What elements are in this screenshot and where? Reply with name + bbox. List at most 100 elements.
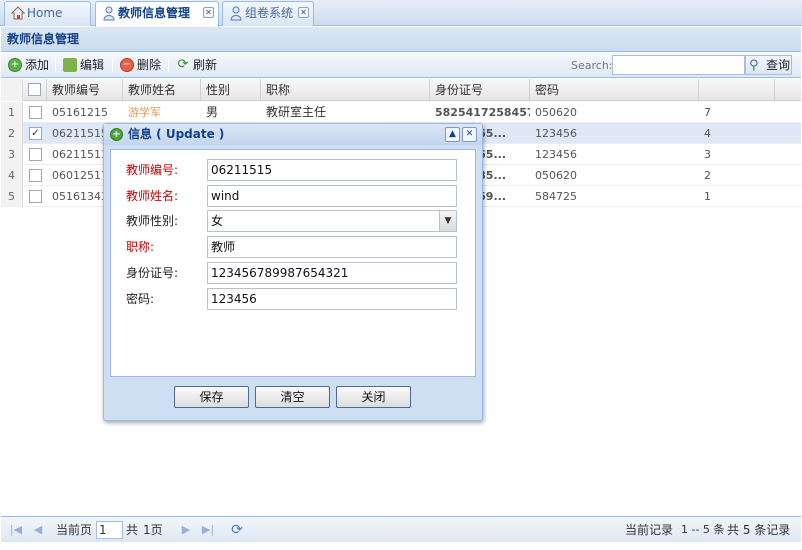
row-checkbox[interactable] xyxy=(29,190,42,203)
search-button[interactable]: ⚲ 查询 xyxy=(745,55,792,75)
row-number: 1 xyxy=(1,102,23,123)
column-header[interactable]: 教师编号 xyxy=(47,79,123,101)
prev-page-icon[interactable]: ◀ xyxy=(31,522,45,536)
table-row[interactable]: 1 05161215 游学军 男 教研室主任 58254172584575...… xyxy=(1,102,801,123)
select-all-header xyxy=(23,79,47,101)
close-button[interactable]: 关闭 xyxy=(336,386,411,408)
clear-button[interactable]: 清空 xyxy=(255,386,330,408)
dialog-title: 信息 ( Update ) xyxy=(128,127,225,141)
chevron-down-icon[interactable]: ▼ xyxy=(439,211,456,231)
search-icon: ⚲ xyxy=(749,58,759,73)
cell-name: 游学军 xyxy=(128,106,161,119)
user-icon xyxy=(228,5,244,21)
grid-header: 教师编号 教师姓名 性别 职称 身份证号 密码 xyxy=(1,79,801,101)
cell-password: 123456 xyxy=(535,127,577,140)
toolbar: + 添加 编辑 − 删除 ⟳ 刷新 Search: ⚲ 查询 xyxy=(1,53,801,78)
tab-bar: Home Page 教师信息管理 ✕ 组卷系统 ✕ xyxy=(0,0,802,42)
column-header[interactable]: 身份证号 xyxy=(430,79,530,101)
panel-title: 教师信息管理 xyxy=(1,27,801,52)
cell-extra: 7 xyxy=(704,106,711,119)
refresh-icon: ⟳ xyxy=(177,57,189,72)
row-number: 5 xyxy=(1,186,23,207)
row-number-header xyxy=(1,79,23,101)
first-page-icon[interactable]: |◀ xyxy=(9,522,23,536)
idcard-field[interactable]: 123456789987654321 xyxy=(207,262,457,284)
row-number: 2 xyxy=(1,123,23,144)
add-icon: + xyxy=(8,58,22,72)
teacher-name-field[interactable]: wind xyxy=(207,185,457,207)
gender-value: 女 xyxy=(211,214,224,228)
dialog-form: 教师编号: 06211515 教师姓名: wind 教师性别: 女 ▼ 职称: … xyxy=(110,149,476,377)
add-label: 添加 xyxy=(25,58,50,72)
edit-label: 编辑 xyxy=(80,58,105,72)
cell-password: 050620 xyxy=(535,169,577,182)
tab-label: 组卷系统 xyxy=(245,6,294,20)
tab-exam-system[interactable]: 组卷系统 ✕ xyxy=(222,1,314,26)
cell-title: 教研室主任 xyxy=(266,105,327,119)
update-dialog: + 信息 ( Update ) ▲ ✕ 教师编号: 06211515 教师姓名:… xyxy=(103,123,483,421)
password-field[interactable]: 123456 xyxy=(207,288,457,310)
tab-label: 教师信息管理 xyxy=(118,6,191,20)
row-checkbox[interactable] xyxy=(29,148,42,161)
cell-password: 584725 xyxy=(535,190,577,203)
teacher-name-label: 教师姓名: xyxy=(126,189,179,203)
cell-extra: 1 xyxy=(704,190,711,203)
column-header[interactable]: 职称 xyxy=(261,79,430,101)
gender-select[interactable]: 女 ▼ xyxy=(207,210,457,232)
select-all-checkbox[interactable] xyxy=(28,83,41,96)
password-label: 密码: xyxy=(126,292,155,306)
close-tab-icon[interactable]: ✕ xyxy=(298,7,309,18)
page-number-input[interactable]: 1 xyxy=(96,521,123,539)
add-button[interactable]: + 添加 xyxy=(8,56,49,74)
refresh-button[interactable]: ⟳ 刷新 xyxy=(176,56,217,74)
dialog-header: + 信息 ( Update ) ▲ ✕ xyxy=(104,124,482,145)
collapse-icon[interactable]: ▲ xyxy=(445,127,460,142)
column-header[interactable]: 教师姓名 xyxy=(123,79,201,101)
refresh-icon[interactable]: ⟳ xyxy=(230,522,244,538)
column-header[interactable]: 性别 xyxy=(201,79,261,101)
gender-label: 教师性别: xyxy=(126,214,179,228)
next-page-icon[interactable]: ▶ xyxy=(179,522,193,536)
cell-idcard: 58254172584575... xyxy=(435,106,530,119)
toolbar-divider xyxy=(168,58,169,72)
cell-extra: 4 xyxy=(704,127,711,140)
cell-password: 050620 xyxy=(535,106,577,119)
row-checkbox[interactable]: ✓ xyxy=(29,127,42,140)
cell-gender: 男 xyxy=(206,105,219,119)
tab-home-page[interactable]: Home Page xyxy=(4,1,91,42)
row-checkbox[interactable] xyxy=(29,106,42,119)
row-checkbox[interactable] xyxy=(29,169,42,182)
close-icon[interactable]: ✕ xyxy=(462,127,477,142)
cell-password: 123456 xyxy=(535,148,577,161)
user-icon xyxy=(101,5,117,21)
title-label: 职称: xyxy=(126,240,155,254)
edit-button[interactable]: 编辑 xyxy=(63,56,104,74)
tab-teacher-management[interactable]: 教师信息管理 ✕ xyxy=(95,1,219,27)
last-page-icon[interactable]: ▶| xyxy=(201,522,215,536)
search-input[interactable] xyxy=(612,55,745,75)
close-tab-icon[interactable]: ✕ xyxy=(203,7,214,18)
title-field[interactable]: 教师 xyxy=(207,236,457,258)
column-header[interactable]: 密码 xyxy=(530,79,699,101)
home-icon xyxy=(10,5,26,21)
row-number: 4 xyxy=(1,165,23,186)
column-header xyxy=(699,79,775,101)
save-button[interactable]: 保存 xyxy=(174,386,249,408)
row-number: 3 xyxy=(1,144,23,165)
cell-extra: 2 xyxy=(704,169,711,182)
teacher-id-field[interactable]: 06211515 xyxy=(207,159,457,181)
delete-label: 删除 xyxy=(137,58,162,72)
puzzle-icon xyxy=(63,58,77,72)
cell-extra: 3 xyxy=(704,148,711,161)
cell-id: 05161215 xyxy=(52,106,108,119)
teacher-id-label: 教师编号: xyxy=(126,163,179,177)
toolbar-divider xyxy=(55,58,56,72)
idcard-label: 身份证号: xyxy=(126,266,179,280)
delete-button[interactable]: − 删除 xyxy=(120,56,161,74)
records-range: 1 -- 5 条 xyxy=(681,523,725,536)
toolbar-divider xyxy=(112,58,113,72)
refresh-label: 刷新 xyxy=(193,58,218,72)
total-label: 共 xyxy=(126,523,139,537)
add-icon: + xyxy=(110,128,123,141)
pagination-bar: |◀ ◀ 当前页 1 共 1页 ▶ ▶| ⟳ 当前记录 1 -- 5 条 共 5… xyxy=(1,516,801,542)
